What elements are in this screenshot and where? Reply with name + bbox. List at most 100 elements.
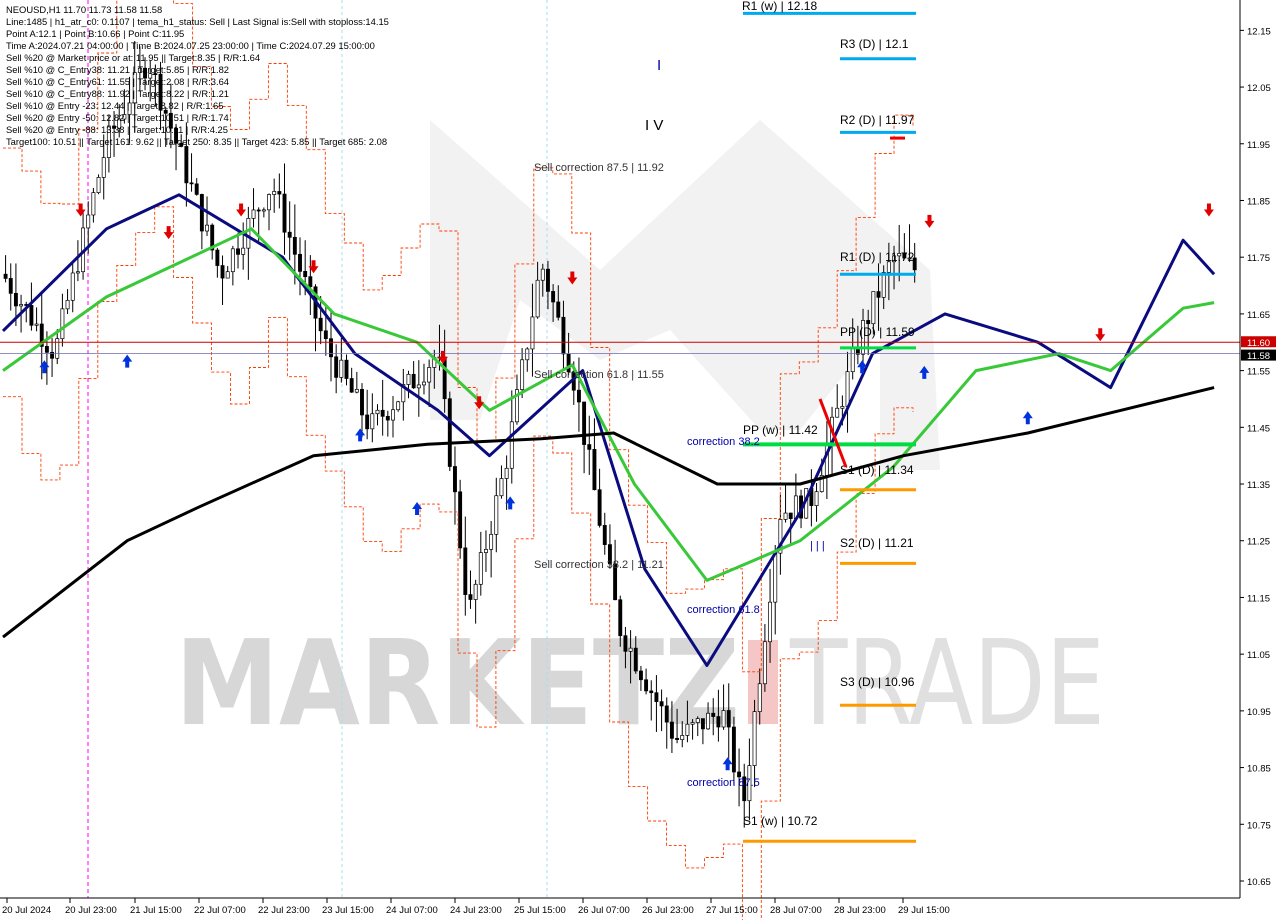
candle-body bbox=[287, 231, 292, 238]
candle-body bbox=[473, 583, 478, 600]
level-label: PP (D) | 11.59 bbox=[840, 325, 915, 339]
candle-body bbox=[876, 291, 881, 298]
candle-body bbox=[230, 248, 235, 273]
candle-body bbox=[814, 491, 819, 506]
candle-body bbox=[13, 292, 18, 307]
candle-body bbox=[509, 421, 514, 469]
info-line: Time A:2024.07.21 04:00:00 | Time B:2024… bbox=[6, 40, 375, 51]
candle-body bbox=[623, 635, 628, 652]
candle-body bbox=[504, 467, 509, 479]
candle-body bbox=[220, 265, 225, 279]
candle-body bbox=[478, 552, 483, 585]
price-tick-label: 11.55 bbox=[1247, 367, 1270, 378]
watermark-text-left: MARKETZ bbox=[175, 614, 740, 752]
price-tick-label: 11.25 bbox=[1247, 537, 1270, 548]
candle-body bbox=[406, 373, 411, 385]
candle-body bbox=[241, 247, 246, 255]
candle-body bbox=[225, 271, 230, 279]
candle-body bbox=[484, 548, 488, 553]
candle-body bbox=[75, 271, 80, 274]
candle-body bbox=[70, 272, 75, 301]
candle-body bbox=[411, 373, 416, 389]
candle-body bbox=[706, 712, 711, 730]
candle-body bbox=[530, 316, 535, 350]
candle-body bbox=[308, 276, 313, 288]
candle-body bbox=[323, 330, 328, 340]
candle-body bbox=[447, 398, 452, 467]
candle-body bbox=[334, 356, 339, 378]
candle-body bbox=[329, 338, 333, 358]
candle-body bbox=[422, 381, 426, 386]
annotation-text: I V bbox=[645, 117, 663, 134]
candle-body bbox=[871, 291, 876, 325]
symbol-line: NEOUSD,H1 11.70 11.73 11.58 11.58 bbox=[6, 4, 163, 15]
price-tick-label: 11.15 bbox=[1247, 593, 1270, 604]
price-tick-label: 10.65 bbox=[1247, 877, 1271, 888]
candle-body bbox=[246, 218, 251, 249]
candle-body bbox=[840, 406, 845, 409]
level-label: S3 (D) | 10.96 bbox=[840, 675, 915, 689]
level-label: PP (w) | 11.42 bbox=[743, 423, 818, 437]
candle-body bbox=[654, 692, 659, 703]
candle-body bbox=[292, 236, 297, 255]
annotation-text: I bbox=[657, 57, 661, 74]
candle-body bbox=[561, 316, 566, 355]
time-tick-label: 26 Jul 23:00 bbox=[642, 905, 694, 916]
annotation-text: correction 87.5 bbox=[687, 777, 760, 789]
annotation-text: Sell correction 61.8 | 11.55 bbox=[534, 369, 664, 381]
info-line: Sell %20 @ Market price or at: 11.95 || … bbox=[6, 52, 261, 63]
candle-body bbox=[664, 705, 669, 723]
candle-body bbox=[556, 301, 561, 318]
candle-body bbox=[267, 194, 271, 211]
candle-body bbox=[215, 249, 220, 266]
candle-body bbox=[700, 718, 705, 730]
candle-body bbox=[256, 209, 261, 212]
price-tick-label: 10.75 bbox=[1247, 820, 1271, 831]
candle-body bbox=[442, 356, 447, 400]
candle-body bbox=[597, 489, 602, 526]
time-tick-label: 29 Jul 15:00 bbox=[898, 905, 950, 916]
candle-body bbox=[91, 192, 96, 216]
candle-body bbox=[55, 338, 60, 359]
info-line: Sell %10 @ C_Entry61: 11.55 | Target:2.0… bbox=[6, 76, 230, 87]
candle-body bbox=[711, 712, 716, 717]
candle-body bbox=[101, 157, 106, 178]
candle-body bbox=[525, 348, 530, 361]
price-tick-label: 10.95 bbox=[1247, 707, 1271, 718]
candle-body bbox=[184, 146, 189, 184]
time-tick-label: 22 Jul 23:00 bbox=[258, 905, 310, 916]
candle-body bbox=[360, 389, 364, 416]
price-chart[interactable]: MARKETZ TRADE R1 (w) | 12.18 R3 (D) | 12.1 R… bbox=[0, 0, 1280, 924]
candle-body bbox=[199, 194, 204, 232]
price-tick-label: 12.15 bbox=[1247, 26, 1271, 37]
candle-body bbox=[385, 415, 390, 421]
time-tick-label: 28 Jul 23:00 bbox=[834, 905, 886, 916]
candle-body bbox=[695, 718, 700, 723]
level-label: S1 (w) | 10.72 bbox=[743, 814, 818, 828]
bid-price-label: 11.58 bbox=[1247, 351, 1270, 362]
current-price-label: 11.60 bbox=[1247, 338, 1270, 349]
candle-body bbox=[29, 305, 34, 326]
price-tick-label: 11.35 bbox=[1247, 480, 1270, 491]
candle-body bbox=[272, 191, 277, 195]
time-tick-label: 27 Jul 15:00 bbox=[706, 905, 758, 916]
candle-body bbox=[339, 359, 344, 378]
candle-body bbox=[850, 348, 855, 373]
candle-body bbox=[65, 299, 70, 310]
price-tick-label: 11.65 bbox=[1247, 310, 1270, 321]
level-label: R1 (w) | 12.18 bbox=[742, 0, 817, 13]
price-tick-label: 12.05 bbox=[1247, 83, 1271, 94]
time-tick-label: 20 Jul 23:00 bbox=[65, 905, 117, 916]
candle-body bbox=[189, 182, 194, 185]
candle-body bbox=[396, 401, 401, 411]
level-label: R1 (D) | 11.72 bbox=[840, 250, 915, 264]
candle-body bbox=[44, 346, 49, 353]
info-line: Target100: 10.51 || Target 161: 9.62 || … bbox=[6, 136, 388, 147]
indicator-info-panel: NEOUSD,H1 11.70 11.73 11.58 11.58 Line:1… bbox=[6, 4, 389, 148]
annotation-text: Sell correction 87.5 | 11.92 bbox=[534, 162, 664, 174]
time-tick-label: 25 Jul 15:00 bbox=[514, 905, 566, 916]
level-label: S2 (D) | 11.21 bbox=[840, 536, 914, 550]
candle-body bbox=[757, 683, 762, 712]
candle-body bbox=[205, 224, 209, 232]
price-tick-label: 11.45 bbox=[1247, 423, 1270, 434]
